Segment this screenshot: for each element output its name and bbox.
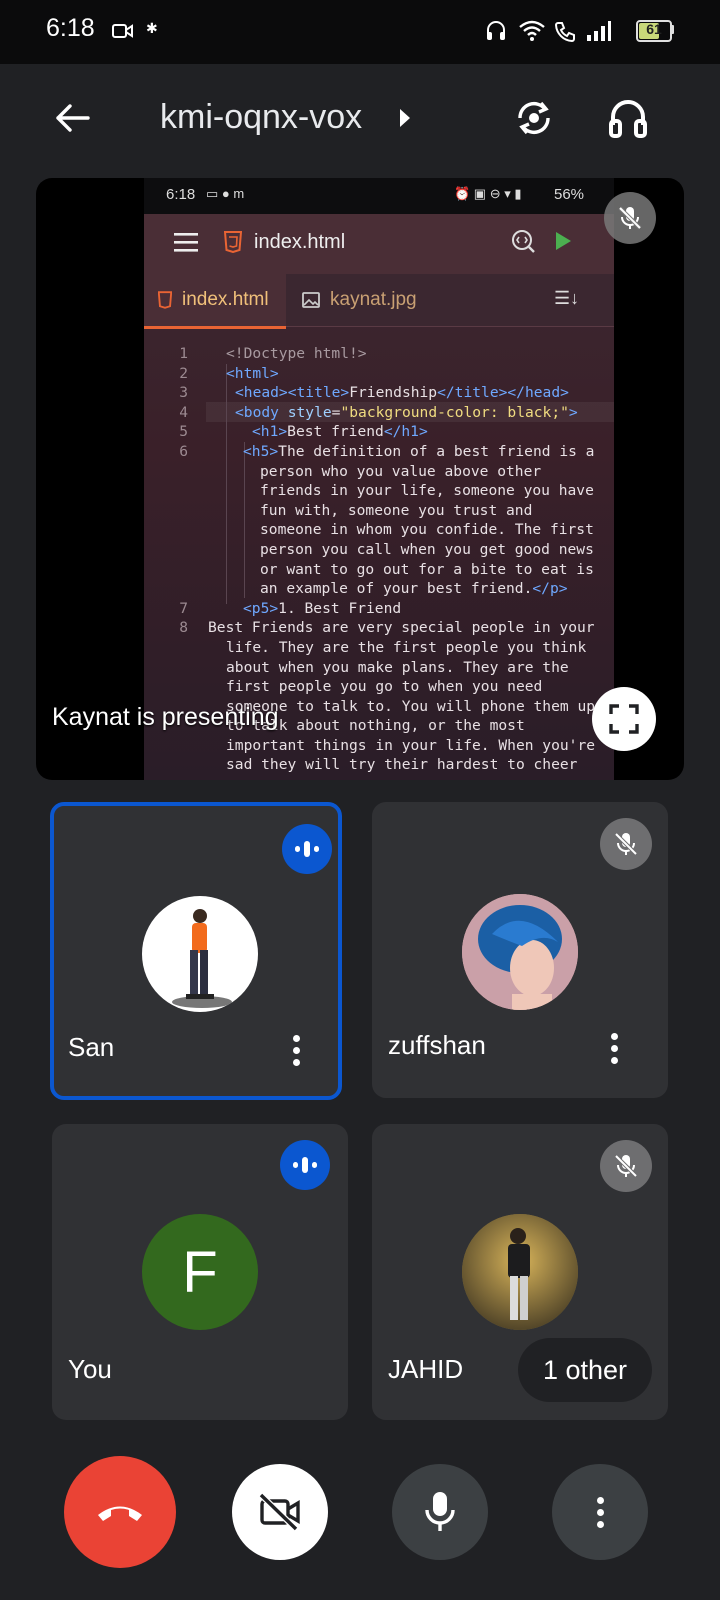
more-options-icon[interactable] [610,1028,618,1069]
audio-level-icon [295,841,319,857]
shared-status-bar: 6:18 ▭ ● m ⏰ ▣ ⊖ ▾ ▮ 56% [144,178,614,214]
shared-status-time: 6:18 [166,186,196,203]
muted-indicator [600,818,652,870]
editor-app-bar: index.html [144,214,614,274]
signal-icon [586,20,612,47]
wifi-calling-icon [554,20,578,47]
arrow-left-icon [56,104,90,132]
app-status-icon: ✱ [146,20,158,36]
status-bar: 6:18 ✱ 61 [0,0,720,64]
line-number: 1 [179,345,188,362]
participant-tile-zuffshan[interactable]: zuffshan [372,802,668,1098]
menu-icon [174,232,198,257]
meeting-code-title[interactable]: kmi-oqnx-vox [160,98,362,137]
line-number: 2 [179,364,188,382]
participant-tile-you[interactable]: F You [52,1124,348,1420]
audio-output-button[interactable] [604,94,652,142]
presenter-muted-indicator [604,192,656,244]
avatar-san [142,896,258,1012]
shared-screen: 6:18 ▭ ● m ⏰ ▣ ⊖ ▾ ▮ 56% index.html inde [144,178,614,780]
fullscreen-icon [609,704,639,734]
mic-off-icon [614,832,638,856]
video-status-icon [112,22,134,45]
hang-up-button[interactable] [64,1456,176,1568]
participant-tile-jahid[interactable]: JAHID 1 other [372,1124,668,1420]
participant-name: You [68,1354,112,1384]
participant-name: JAHID [388,1354,464,1384]
editor-tab-image: kaynat.jpg [294,274,444,326]
call-end-icon [98,1506,142,1521]
run-icon [554,231,572,256]
avatar-jahid [462,1214,578,1330]
others-badge[interactable]: 1 other [518,1338,652,1402]
wifi-icon [518,20,546,47]
line-number: 4 [179,403,188,421]
shared-status-icons: ▭ ● m [206,186,245,201]
line-number: 6 [179,443,188,460]
presentation-tile[interactable]: 6:18 ▭ ● m ⏰ ▣ ⊖ ▾ ▮ 56% index.html inde [36,178,684,780]
caret-right-icon[interactable] [398,107,412,134]
videocam-off-icon [258,1492,300,1532]
line-number: 5 [179,423,188,441]
line-number: 7 [179,599,188,617]
status-time: 6:18 [46,14,95,42]
avatar-you: F [142,1214,258,1330]
headset-status-icon [486,20,506,47]
camera-toggle-button[interactable] [232,1464,328,1560]
mic-off-icon [618,206,642,230]
shared-battery: 56% [554,186,585,203]
line-number: 3 [179,384,188,402]
participant-name: zuffshan [388,1030,486,1060]
mic-off-icon [614,1154,638,1178]
line-number: 8 [179,619,188,637]
battery-tip [670,25,674,34]
switch-camera-button[interactable] [510,94,558,142]
participant-name: San [68,1032,115,1062]
html5-icon [223,231,243,258]
shared-status-icons-right: ⏰ ▣ ⊖ ▾ ▮ [454,186,522,201]
editor-file-title: index.html [254,231,346,253]
battery-icon: 61 [636,20,672,42]
more-options-icon[interactable] [292,1030,300,1071]
editor-tabs: index.html kaynat.jpg ☰↓ [144,274,614,329]
presenting-caption: Kaynat is presenting [52,703,279,731]
headphones-icon [609,100,647,138]
speaking-indicator [282,824,332,874]
more-options-button[interactable] [552,1464,648,1560]
switch-camera-icon [518,101,550,135]
battery-level: 61 [646,21,662,37]
more-vert-icon [596,1492,604,1533]
audio-level-icon [293,1157,317,1173]
fullscreen-button[interactable] [592,687,656,751]
code-text-placeholder: <!Doctype html!> <html> <head><title>Fri… [208,345,596,774]
mic-toggle-button[interactable] [392,1464,488,1560]
participant-tile-san[interactable]: San [50,802,342,1100]
editor-tab-image-label: kaynat.jpg [330,289,417,310]
editor-tab-index-label: index.html [182,289,269,310]
mic-icon [425,1492,455,1531]
preview-icon [510,228,536,259]
avatar-zuffshan [462,894,578,1010]
back-button[interactable] [50,96,94,140]
sort-icon: ☰↓ [554,288,580,308]
editor-tab-index: index.html [144,274,286,329]
speaking-indicator [280,1140,330,1190]
muted-indicator [600,1140,652,1192]
